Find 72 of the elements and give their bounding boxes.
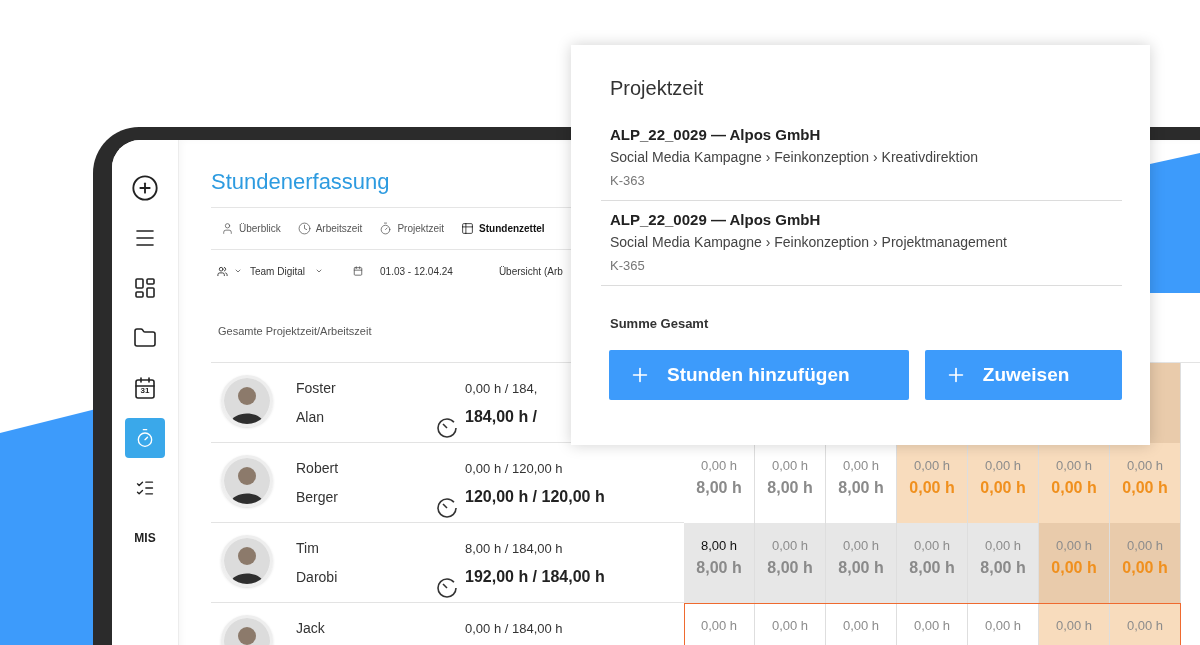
popup-title: Projektzeit <box>610 78 705 98</box>
avatar <box>221 375 273 427</box>
view-dropdown[interactable]: Übersicht (Arb <box>498 263 563 279</box>
first-name: Robert <box>296 459 340 478</box>
caret-icon <box>234 267 242 275</box>
add-button[interactable]: Stunden hinzufügen <box>609 350 909 400</box>
calendar-icon <box>133 376 157 400</box>
day-cell[interactable]: 0,00 h 0,00 h <box>1039 443 1110 523</box>
page-title: Stundenerfassung <box>211 170 390 193</box>
recorded-hours: 8,00 h / 184,00 h <box>465 540 564 558</box>
total-hours: 192,00 h / 184,00 h <box>465 567 605 587</box>
timer-icon <box>436 417 458 439</box>
caret-icon <box>315 267 324 275</box>
dashboard-icon <box>133 276 157 300</box>
last-name: Darobi <box>296 568 339 587</box>
day-cell[interactable]: 0,00 h <box>1110 603 1181 645</box>
total-hours: 120,00 h / 120,00 h <box>465 487 605 507</box>
checklist-icon <box>135 478 155 498</box>
day-cell[interactable]: 0,00 h 0,00 h <box>1110 443 1181 523</box>
stopwatch-icon <box>135 428 155 448</box>
table-icon <box>461 222 475 235</box>
first-name: Foster <box>296 379 337 398</box>
tab[interactable]: Projektzeit <box>379 221 445 236</box>
day-cell[interactable]: 0,00 h 0,00 h <box>1110 523 1181 603</box>
day-cell[interactable]: 0,00 h 8,00 h <box>968 523 1039 603</box>
project-path: Social Media Kampagne › Feinkonzeption › Kreativdirektion <box>610 149 980 166</box>
tab[interactable]: Überblick <box>221 221 281 236</box>
clock-icon <box>297 222 311 235</box>
first-name: Tim <box>296 539 320 558</box>
project-code: K-365 <box>610 257 646 274</box>
user-icon <box>221 222 234 235</box>
timer-icon <box>436 497 458 519</box>
hours-row[interactable]: 0,00 h 8,00 h 0,00 h 8,00 h 0,00 h 8,00 h 0,00 h 0,00 h 0,00 h 0,00 h 0,00 h 0,00 h 0,00 h 0,00 h <box>684 443 1181 523</box>
avatar <box>221 535 273 587</box>
last-name: Alan <box>296 408 326 427</box>
total-hours: 184,00 h / <box>465 407 538 427</box>
first-name: Jack <box>296 619 326 638</box>
timer-icon <box>436 577 458 599</box>
calendar-date: 31 <box>140 387 150 395</box>
team-dropdown[interactable]: Team Digital <box>250 263 324 279</box>
project-path: Social Media Kampagne › Feinkonzeption › Projektmanagement <box>610 234 1008 251</box>
day-cell[interactable]: 0,00 h 0,00 h <box>968 443 1039 523</box>
last-name: Berger <box>296 488 340 507</box>
day-cell[interactable]: 0,00 h 0,00 h <box>897 443 968 523</box>
total-label: Summe Gesamt <box>610 316 709 331</box>
day-cell[interactable]: 0,00 h <box>1039 603 1110 645</box>
recorded-hours: 0,00 h / 120,00 h <box>465 460 564 478</box>
sidebar-item[interactable]: 31 <box>125 368 165 408</box>
date-range-field[interactable]: 01.03 - 12.04.24 <box>380 263 453 279</box>
stopwatch-icon <box>379 222 393 235</box>
recorded-hours: 0,00 h / 184, <box>465 380 538 398</box>
project-title: ALP_22_0029 — Alpos GmbH <box>610 211 822 228</box>
avatar <box>221 455 273 507</box>
add-button[interactable]: Zuweisen <box>924 350 1122 400</box>
add-icon <box>131 174 159 202</box>
day-cell[interactable]: 0,00 h 8,00 h <box>755 523 826 603</box>
recorded-hours: 0,00 h / 184,00 h <box>465 620 563 638</box>
day-cell[interactable]: 0,00 h 8,00 h <box>826 523 897 603</box>
folder-icon <box>133 326 157 350</box>
project-code: K-363 <box>610 172 646 189</box>
team-icon <box>217 265 228 277</box>
summary-label: Gesamte Projektzeit/Arbeitszeit <box>218 325 372 337</box>
sidebar-item[interactable]: MIS <box>126 525 164 551</box>
day-cell[interactable]: 0,00 h 8,00 h <box>897 523 968 603</box>
hours-row[interactable]: 8,00 h 8,00 h 0,00 h 8,00 h 0,00 h 8,00 h 0,00 h 8,00 h 0,00 h 8,00 h 0,00 h 0,00 h 0,00 h 0,00 h <box>684 523 1181 603</box>
project-title: ALP_22_0029 — Alpos GmbH <box>610 126 822 143</box>
tab[interactable]: Stundenzettel <box>461 221 545 236</box>
day-cell[interactable]: 8,00 h 8,00 h <box>684 523 755 603</box>
calendar-icon <box>353 266 364 276</box>
tab[interactable]: Arbeitszeit <box>297 221 363 236</box>
day-cell[interactable]: 0,00 h 0,00 h <box>1039 523 1110 603</box>
hours-row[interactable]: 0,00 h 0,00 h 0,00 h 0,00 h 0,00 h 0,00 h 0,00 h <box>684 603 1181 645</box>
